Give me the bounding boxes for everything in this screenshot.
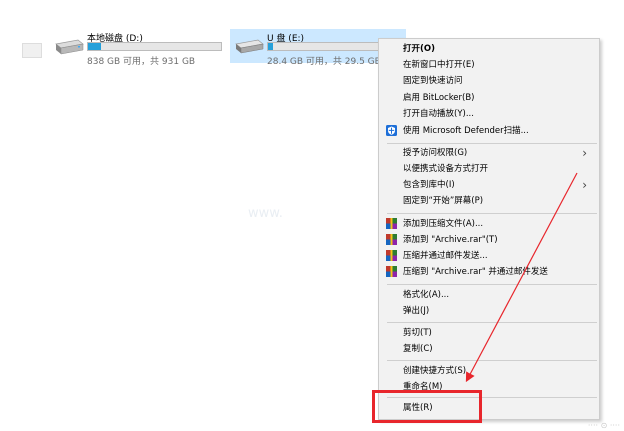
menu-item-label: 格式化(A)... — [403, 290, 450, 300]
drive-usage-fill — [88, 43, 102, 50]
menu-item-label: 固定到快速访问 — [403, 76, 463, 86]
highlight-box — [372, 390, 482, 423]
menu-item-label: 复制(C) — [403, 344, 433, 354]
menu-item-label: 弹出(J) — [403, 306, 430, 316]
winrar-icon — [386, 218, 397, 229]
winrar-icon — [386, 266, 397, 277]
menu-item-label: 授予访问权限(G) — [403, 148, 468, 158]
footer-watermark: ···· ⊙ ···· — [587, 421, 620, 430]
winrar-icon — [386, 250, 397, 261]
drive-size-text: 28.4 GB 可用，共 29.5 GB — [267, 57, 381, 67]
menu-item-label: 打开(O) — [403, 44, 435, 54]
menu-item-pin-quick-access[interactable]: 固定到快速访问 — [403, 73, 589, 89]
menu-separator — [387, 360, 597, 361]
menu-item-label: 使用 Microsoft Defender扫描... — [403, 126, 529, 136]
menu-item-cut[interactable]: 剪切(T) — [403, 325, 589, 341]
menu-item-label: 压缩到 "Archive.rar" 并通过邮件发送 — [403, 267, 548, 277]
menu-item-autoplay[interactable]: 打开自动播放(Y)... — [403, 106, 589, 122]
menu-item-label: 以便携式设备方式打开 — [403, 164, 489, 174]
menu-item-pin-start[interactable]: 固定到“开始”屏幕(P) — [403, 193, 589, 209]
menu-item-create-shortcut[interactable]: 创建快捷方式(S) — [403, 363, 589, 379]
menu-item-label: 包含到库中(I) — [403, 180, 455, 190]
menu-separator — [387, 284, 597, 285]
usb-drive-icon — [235, 39, 264, 54]
menu-item-open[interactable]: 打开(O) — [403, 41, 589, 57]
menu-item-label: 添加到 "Archive.rar"(T) — [403, 235, 498, 245]
menu-item-label: 创建快捷方式(S) — [403, 366, 467, 376]
menu-item-label: 添加到压缩文件(A)... — [403, 219, 484, 229]
winrar-icon — [386, 234, 397, 245]
context-menu: 打开(O) 在新窗口中打开(E) 固定到快速访问 启用 BitLocker(B)… — [378, 38, 600, 420]
defender-shield-icon — [386, 125, 397, 136]
menu-item-add-to-archive-rar[interactable]: 添加到 "Archive.rar"(T) — [386, 232, 589, 248]
hard-drive-icon — [55, 39, 84, 55]
menu-item-open-new-window[interactable]: 在新窗口中打开(E) — [403, 57, 589, 73]
chevron-right-icon: › — [582, 146, 587, 160]
drive-size-text: 838 GB 可用，共 931 GB — [87, 57, 196, 67]
menu-item-label: 剪切(T) — [403, 328, 432, 338]
menu-item-bitlocker[interactable]: 启用 BitLocker(B) — [403, 90, 589, 106]
menu-item-open-portable[interactable]: 以便携式设备方式打开 — [403, 161, 589, 177]
menu-item-add-archive[interactable]: 添加到压缩文件(A)... — [386, 216, 589, 232]
menu-item-eject[interactable]: 弹出(J) — [403, 303, 589, 319]
menu-item-defender-scan[interactable]: 使用 Microsoft Defender扫描... — [386, 123, 589, 139]
drive-usage-bar — [87, 42, 222, 51]
menu-separator — [387, 143, 597, 144]
menu-item-grant-access[interactable]: 授予访问权限(G) › — [403, 145, 589, 161]
menu-item-format[interactable]: 格式化(A)... — [403, 287, 589, 303]
menu-item-label: 压缩并通过邮件发送... — [403, 251, 488, 261]
drive-usage-fill — [268, 43, 274, 50]
drive-d-tile[interactable]: 本地磁盘 (D:) 838 GB 可用，共 931 GB — [50, 29, 228, 67]
menu-item-compress-email[interactable]: 压缩并通过邮件发送... — [386, 248, 589, 264]
menu-separator — [387, 213, 597, 214]
menu-item-label: 打开自动播放(Y)... — [403, 109, 474, 119]
menu-separator — [387, 322, 597, 323]
partial-drive-tile — [22, 43, 42, 58]
menu-item-copy[interactable]: 复制(C) — [403, 341, 589, 357]
menu-item-label: 在新窗口中打开(E) — [403, 60, 475, 70]
chevron-right-icon: › — [582, 178, 587, 192]
watermark: www. — [248, 206, 283, 221]
menu-item-label: 启用 BitLocker(B) — [403, 93, 475, 103]
menu-item-label: 固定到“开始”屏幕(P) — [403, 196, 484, 206]
menu-item-compress-rar-email[interactable]: 压缩到 "Archive.rar" 并通过邮件发送 — [386, 264, 589, 280]
menu-item-include-library[interactable]: 包含到库中(I) › — [403, 177, 589, 193]
